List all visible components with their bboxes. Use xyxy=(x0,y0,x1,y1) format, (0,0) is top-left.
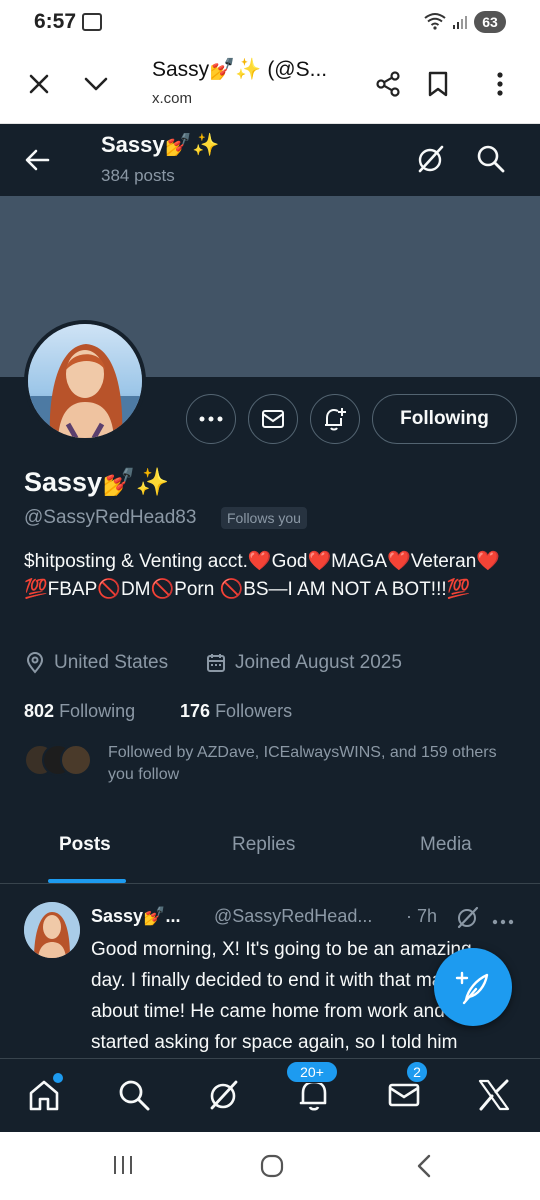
browser-url[interactable]: x.com xyxy=(152,90,192,107)
location-text: United States xyxy=(54,652,169,673)
status-time: 6:57 xyxy=(34,10,77,33)
mail-icon xyxy=(262,410,284,428)
followers-count: 176 xyxy=(180,701,211,721)
screenshot-icon xyxy=(82,13,102,31)
post-avatar[interactable] xyxy=(24,902,80,958)
subscribe-notifications-button[interactable] xyxy=(310,394,360,444)
following-label: Following xyxy=(59,701,136,721)
profile-display-name: Sassy💅✨ xyxy=(24,467,170,497)
grok-icon[interactable] xyxy=(414,142,448,176)
profile-avatar[interactable] xyxy=(24,320,146,442)
tab-posts[interactable]: Posts xyxy=(59,834,111,856)
calendar-icon xyxy=(207,654,225,672)
more-vertical-icon[interactable] xyxy=(480,64,520,104)
following-stat[interactable]: 802 Following xyxy=(24,701,135,721)
post-timestamp[interactable]: · 7h xyxy=(406,906,437,927)
back-button-icon[interactable] xyxy=(414,1154,434,1183)
system-navigation-bar xyxy=(0,1132,540,1200)
status-bar: 6:57 63 xyxy=(0,0,540,46)
more-horizontal-icon xyxy=(199,416,223,422)
profile-location: United States xyxy=(24,652,168,674)
share-icon[interactable] xyxy=(368,64,408,104)
feather-plus-icon xyxy=(455,971,489,1005)
tab-replies[interactable]: Replies xyxy=(232,834,295,856)
avatar xyxy=(60,744,92,776)
recent-apps-icon[interactable] xyxy=(112,1154,134,1181)
bell-plus-icon xyxy=(325,408,346,431)
chevron-down-icon[interactable] xyxy=(76,64,116,104)
profile-header-bar: Sassy💅✨ 384 posts xyxy=(0,124,540,196)
messages-badge: 2 xyxy=(406,1061,428,1083)
signal-icon xyxy=(452,14,468,30)
bottom-navigation: 20+ 2 xyxy=(0,1058,540,1132)
bookmark-icon[interactable] xyxy=(418,64,458,104)
mutual-followers-avatars[interactable] xyxy=(24,744,94,778)
follows-you-badge: Follows you xyxy=(221,507,307,529)
header-display-name: Sassy💅✨ xyxy=(101,132,220,157)
profile-tabs: Posts Replies Media xyxy=(0,814,540,884)
search-icon[interactable] xyxy=(474,142,508,176)
header-post-count: 384 posts xyxy=(101,166,175,185)
more-horizontal-icon[interactable] xyxy=(492,912,514,930)
notifications-badge: 20+ xyxy=(286,1061,338,1083)
profile-stats: 802 Following 176 Followers xyxy=(24,701,292,722)
home-unread-dot xyxy=(53,1073,63,1083)
x-profile-page: Sassy💅✨ 384 posts Following Sassy💅✨ @Sas… xyxy=(0,124,540,1132)
profile-join-date: Joined August 2025 xyxy=(205,652,402,674)
message-button[interactable] xyxy=(248,394,298,444)
close-icon[interactable] xyxy=(19,64,59,104)
grok-icon[interactable] xyxy=(455,904,481,935)
browser-toolbar: Sassy💅✨ (@S... x.com xyxy=(0,46,540,124)
nav-search[interactable] xyxy=(114,1075,154,1115)
followers-label: Followers xyxy=(215,701,293,721)
active-tab-indicator xyxy=(48,879,126,883)
profile-bio: $hitposting & Venting acct.❤️God❤️MAGA❤️… xyxy=(24,551,500,600)
join-date-text: Joined August 2025 xyxy=(235,652,402,673)
location-pin-icon xyxy=(26,652,44,674)
more-options-button[interactable] xyxy=(186,394,236,444)
compose-post-button[interactable] xyxy=(434,948,512,1026)
profile-handle: @SassyRedHead83 xyxy=(24,507,197,528)
post-author-name[interactable]: Sassy💅... xyxy=(91,906,180,927)
home-button-icon[interactable] xyxy=(260,1154,284,1183)
mail-icon xyxy=(388,1083,420,1107)
post-author-handle[interactable]: @SassyRedHead... xyxy=(214,906,372,927)
x-logo-icon xyxy=(478,1079,510,1111)
followed-by-text[interactable]: Followed by AZDave, ICEalwaysWINS, and 1… xyxy=(108,742,518,786)
nav-x-premium[interactable] xyxy=(474,1075,514,1115)
grok-icon xyxy=(210,1080,238,1110)
search-icon xyxy=(119,1080,150,1111)
browser-page-title[interactable]: Sassy💅✨ (@S... xyxy=(152,58,327,82)
followers-stat[interactable]: 176 Followers xyxy=(180,701,292,722)
nav-grok[interactable] xyxy=(204,1075,244,1115)
wifi-icon xyxy=(424,12,446,35)
following-count: 802 xyxy=(24,701,55,721)
back-arrow-icon[interactable] xyxy=(20,142,56,178)
following-button[interactable]: Following xyxy=(372,394,517,444)
battery-indicator: 63 xyxy=(474,11,506,33)
tab-media[interactable]: Media xyxy=(420,834,472,856)
